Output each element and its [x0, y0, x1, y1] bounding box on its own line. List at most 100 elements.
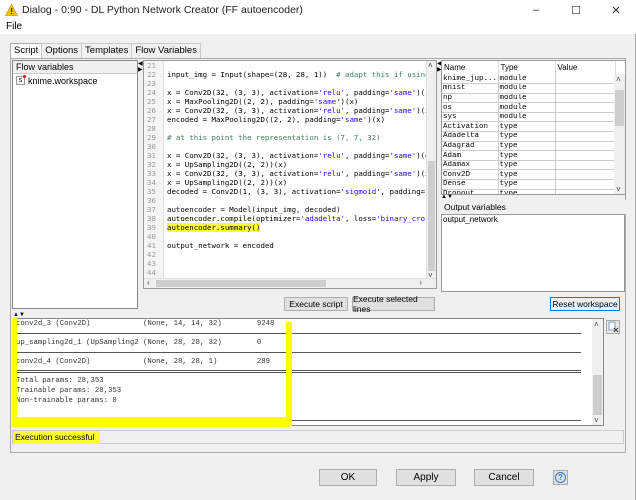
reset-workspace-button[interactable]: Reset workspace	[550, 297, 620, 311]
column-header-name[interactable]: Name	[442, 61, 499, 74]
code-line[interactable]: 42	[144, 250, 436, 259]
code-line[interactable]: 32 x = UpSampling2D((2, 2))(x)	[144, 160, 436, 169]
tab-templates[interactable]: Templates	[81, 43, 133, 58]
variable-row[interactable]: sys module	[442, 112, 616, 123]
execute-selected-lines-button[interactable]: Execute selected lines	[352, 294, 435, 314]
scroll-up-icon[interactable]: ˄	[594, 320, 599, 329]
dialog-window: Dialog - 0:90 - DL Python Network Creato…	[0, 0, 636, 500]
code-line[interactable]: 22 input_img = Input(shape=(28, 28, 1)) #…	[144, 70, 436, 79]
variables-scrollbar[interactable]: ˄ ˅	[614, 74, 625, 194]
tab-script[interactable]: Script	[10, 43, 43, 59]
variable-row[interactable]: knime_jup... module	[442, 74, 616, 85]
variable-row[interactable]: Dropout type	[442, 189, 616, 194]
output-variables-list: output_network	[441, 214, 625, 292]
scrollbar-thumb[interactable]	[428, 161, 435, 271]
scrollbar-thumb[interactable]	[156, 280, 326, 287]
scrollbar-thumb[interactable]	[593, 375, 602, 415]
editor-horizontal-scrollbar[interactable]: ‹ ›	[144, 278, 436, 288]
code-line[interactable]: 34 x = UpSampling2D((2, 2))(x)	[144, 178, 436, 187]
code-line[interactable]: 43	[144, 259, 436, 268]
code-token: output_network = encoded	[167, 241, 274, 250]
flow-variable-item[interactable]: s knime.workspace	[13, 74, 137, 87]
output-variable-item[interactable]: output_network	[442, 215, 624, 225]
code-line[interactable]: 29 # at this point the representation is …	[144, 133, 436, 142]
console-output: conv2d_3 (Conv2D) (None, 14, 14, 32) 924…	[12, 318, 604, 426]
code-token: )(x)	[367, 115, 386, 124]
code-line[interactable]: 39 autoencoder.summary()	[144, 223, 436, 232]
code-line[interactable]: 36	[144, 196, 436, 205]
scroll-left-icon[interactable]: ‹	[147, 278, 150, 287]
code-editor[interactable]: 21 22 input_img = Input(shape=(28, 28, 1))…	[143, 60, 437, 289]
menu-file[interactable]: File	[6, 21, 22, 32]
window-title: Dialog - 0:90 - DL Python Network Creato…	[22, 4, 303, 16]
clear-console-icon[interactable]	[606, 320, 620, 334]
ok-button[interactable]: OK	[319, 469, 377, 486]
code-line[interactable]: 21	[144, 61, 436, 70]
code-line[interactable]: 44	[144, 268, 436, 277]
variable-row[interactable]: np module	[442, 93, 616, 104]
code-token: x = Conv2D(32, (3, 3), activation=	[167, 88, 319, 97]
code-line[interactable]: 41 output_network = encoded	[144, 241, 436, 250]
flow-variables-header: Flow variables	[13, 61, 137, 74]
tab-options[interactable]: Options	[41, 43, 83, 58]
variable-row[interactable]: Adagrad type	[442, 141, 616, 152]
variable-type: type	[498, 160, 556, 171]
scrollbar-thumb[interactable]	[615, 90, 624, 126]
variable-row[interactable]: Adam type	[442, 150, 616, 161]
string-literal: 'relu'	[318, 151, 345, 160]
scroll-down-icon[interactable]: ˅	[594, 416, 599, 425]
code-line[interactable]: 38 autoencoder.compile(optimizer='adadelt…	[144, 214, 436, 223]
variable-row[interactable]: mnist module	[442, 83, 616, 94]
tab-flow-variables[interactable]: Flow Variables	[131, 43, 201, 58]
cancel-button[interactable]: Cancel	[474, 469, 534, 486]
variable-row[interactable]: Adamax type	[442, 160, 616, 171]
help-icon: ?	[555, 472, 566, 483]
console-text: conv2d_3 (Conv2D) (None, 14, 14, 32) 924…	[13, 319, 591, 425]
code-line[interactable]: 37 autoencoder = Model(input_img, decoded…	[144, 205, 436, 214]
code-line[interactable]: 24 x = Conv2D(32, (3, 3), activation='rel…	[144, 88, 436, 97]
code-line[interactable]: 23	[144, 79, 436, 88]
code-line[interactable]: 40	[144, 232, 436, 241]
variable-row[interactable]: Dense type	[442, 179, 616, 190]
code-token: x = UpSampling2D((2, 2))(x)	[167, 160, 288, 169]
scroll-up-icon[interactable]: ˄	[428, 61, 433, 70]
variable-name: knime_jup...	[442, 74, 499, 85]
column-header-type[interactable]: Type	[498, 61, 556, 74]
code-text: x = Conv2D(32, (3, 3), activation='relu'…	[164, 151, 436, 160]
line-number: 33	[147, 169, 156, 178]
code-line[interactable]: 33 x = Conv2D(32, (3, 3), activation='rel…	[144, 169, 436, 178]
help-button[interactable]: ?	[553, 470, 568, 485]
scroll-up-icon[interactable]: ˄	[616, 75, 621, 84]
line-number: 41	[147, 241, 156, 250]
code-lines[interactable]: 21 22 input_img = Input(shape=(28, 28, 1))…	[144, 61, 436, 277]
string-literal: 'same'	[313, 97, 341, 106]
execute-script-button[interactable]: Execute script	[284, 297, 348, 311]
code-line[interactable]: 27 encoded = MaxPooling2D((2, 2), padding…	[144, 115, 436, 124]
code-line[interactable]: 35 decoded = Conv2D(1, (3, 3), activation…	[144, 187, 436, 196]
variable-name: np	[442, 93, 499, 104]
code-line[interactable]: 31 x = Conv2D(32, (3, 3), activation='rel…	[144, 151, 436, 160]
variable-row[interactable]: Adadelta type	[442, 131, 616, 142]
variable-value	[555, 102, 616, 113]
close-button[interactable]: ✕	[596, 0, 636, 20]
variable-type: type	[498, 141, 556, 152]
splitter-left-icon[interactable]: ◀ ▶	[138, 61, 143, 73]
variable-row[interactable]: Conv2D type	[442, 169, 616, 181]
minimize-button[interactable]: –	[516, 0, 556, 20]
code-line[interactable]: 25 x = MaxPooling2D((2, 2), padding='same…	[144, 97, 436, 106]
code-token: , padding=	[380, 187, 426, 196]
code-line[interactable]: 30	[144, 142, 436, 151]
variable-row[interactable]: Activation type	[442, 121, 616, 133]
maximize-button[interactable]: ☐	[556, 0, 596, 20]
code-line[interactable]: 28	[144, 124, 436, 133]
console-scrollbar[interactable]: ˄ ˅	[592, 319, 603, 425]
highlighted-code: autoencoder.summary()	[167, 223, 261, 232]
scroll-right-icon[interactable]: ›	[419, 278, 422, 287]
variable-row[interactable]: os module	[442, 102, 616, 113]
code-line[interactable]: 26 x = Conv2D(32, (3, 3), activation='rel…	[144, 106, 436, 115]
apply-button[interactable]: Apply	[396, 469, 456, 486]
column-header-value[interactable]: Value	[555, 61, 616, 74]
scroll-down-icon[interactable]: ˅	[616, 185, 621, 194]
editor-vertical-scrollbar[interactable]: ˄ ˅	[426, 61, 436, 280]
